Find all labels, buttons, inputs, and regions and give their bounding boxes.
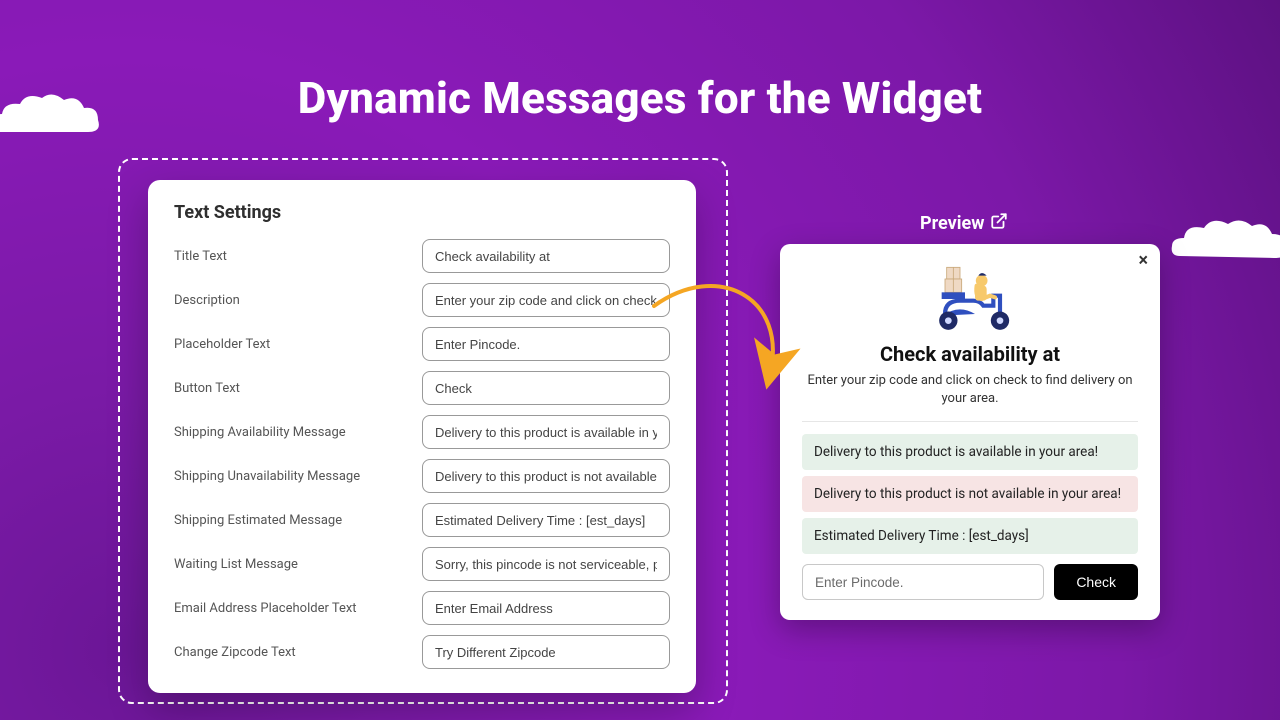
shipping-availability-input[interactable] [422, 415, 670, 449]
placeholder-text-input[interactable] [422, 327, 670, 361]
shipping-estimated-input[interactable] [422, 503, 670, 537]
field-label: Email Address Placeholder Text [174, 601, 422, 616]
message-estimated: Estimated Delivery Time : [est_days] [802, 518, 1138, 554]
button-text-input[interactable] [422, 371, 670, 405]
preview-label-text: Preview [920, 213, 984, 234]
field-label: Title Text [174, 249, 422, 264]
field-label: Shipping Unavailability Message [174, 469, 422, 484]
preview-description: Enter your zip code and click on check t… [802, 372, 1138, 407]
field-shipping-estimated: Shipping Estimated Message [174, 503, 670, 537]
description-input[interactable] [422, 283, 670, 317]
field-title-text: Title Text [174, 239, 670, 273]
page-title: Dynamic Messages for the Widget [298, 72, 983, 124]
field-shipping-availability: Shipping Availability Message [174, 415, 670, 449]
field-description: Description [174, 283, 670, 317]
external-link-icon [990, 212, 1008, 235]
preview-title: Check availability at [802, 342, 1138, 366]
message-unavailable: Delivery to this product is not availabl… [802, 476, 1138, 512]
field-change-zipcode: Change Zipcode Text [174, 635, 670, 669]
delivery-scooter-icon [802, 262, 1138, 336]
field-label: Waiting List Message [174, 557, 422, 572]
field-placeholder-text: Placeholder Text [174, 327, 670, 361]
field-waiting-list: Waiting List Message [174, 547, 670, 581]
pincode-input[interactable] [802, 564, 1044, 600]
field-label: Shipping Availability Message [174, 425, 422, 440]
check-button[interactable]: Check [1054, 564, 1138, 600]
field-label: Shipping Estimated Message [174, 513, 422, 528]
divider [802, 421, 1138, 422]
pincode-row: Check [802, 564, 1138, 600]
field-email-placeholder: Email Address Placeholder Text [174, 591, 670, 625]
close-icon[interactable]: × [1138, 252, 1148, 270]
preview-label: Preview [920, 212, 1008, 235]
preview-widget-card: × Check availability at Enter your zip c… [780, 244, 1160, 620]
text-settings-card: Text Settings Title Text Description Pla… [148, 180, 696, 693]
change-zipcode-input[interactable] [422, 635, 670, 669]
title-text-input[interactable] [422, 239, 670, 273]
field-button-text: Button Text [174, 371, 670, 405]
message-available: Delivery to this product is available in… [802, 434, 1138, 470]
shipping-unavailability-input[interactable] [422, 459, 670, 493]
field-label: Change Zipcode Text [174, 645, 422, 660]
field-shipping-unavailability: Shipping Unavailability Message [174, 459, 670, 493]
cloud-decoration-left [0, 92, 102, 142]
email-placeholder-input[interactable] [422, 591, 670, 625]
cloud-decoration-right [1170, 216, 1280, 264]
waiting-list-input[interactable] [422, 547, 670, 581]
field-label: Button Text [174, 381, 422, 396]
field-label: Placeholder Text [174, 337, 422, 352]
settings-heading: Text Settings [174, 202, 670, 223]
field-label: Description [174, 293, 422, 308]
